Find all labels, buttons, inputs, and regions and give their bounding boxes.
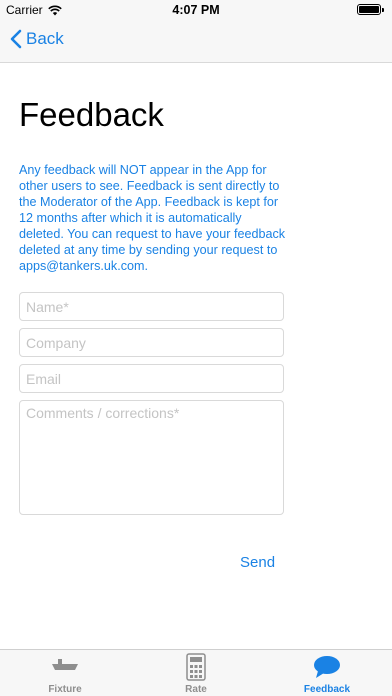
tab-rate[interactable]: Rate: [131, 650, 261, 696]
company-input[interactable]: [19, 328, 284, 357]
status-bar: Carrier 4:07 PM: [0, 0, 392, 20]
tab-feedback-label: Feedback: [303, 684, 351, 695]
page-title: Feedback: [19, 96, 164, 133]
status-time: 4:07 PM: [172, 3, 220, 17]
name-input[interactable]: [19, 292, 284, 321]
back-button[interactable]: Back: [10, 29, 64, 49]
chevron-left-icon: [10, 29, 22, 49]
tab-bar: Fixture Rate Feedback: [0, 649, 392, 696]
navigation-bar: Back: [0, 20, 392, 63]
email-input[interactable]: [19, 364, 284, 393]
feedback-info-text: Any feedback will NOT appear in the App …: [19, 163, 286, 273]
tab-rate-label: Rate: [185, 684, 207, 695]
battery-icon: [357, 4, 384, 15]
tab-fixture-label: Fixture: [48, 684, 82, 695]
tab-feedback[interactable]: Feedback: [262, 650, 392, 696]
back-label: Back: [26, 29, 64, 48]
tab-fixture[interactable]: Fixture: [0, 650, 130, 696]
comments-textarea[interactable]: [19, 400, 284, 515]
speech-bubble-icon: [314, 656, 340, 678]
calculator-icon: [186, 653, 206, 681]
send-button[interactable]: Send: [240, 554, 275, 571]
ship-icon: [52, 659, 78, 670]
